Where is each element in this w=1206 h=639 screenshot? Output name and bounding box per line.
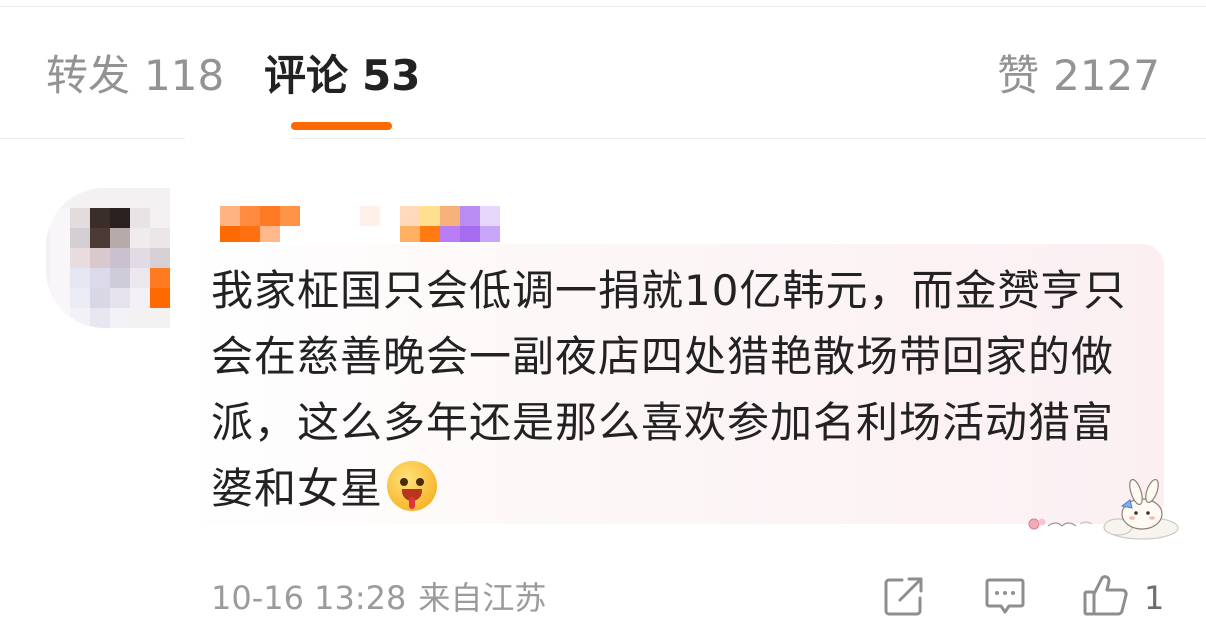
tab-repost-label: 转发 [46, 51, 131, 100]
author-name-mosaic[interactable] [220, 206, 520, 246]
thumbs-up-icon[interactable] [1082, 574, 1130, 618]
tab-divider [0, 138, 1206, 139]
comment-time: 10-16 13:28 [211, 579, 407, 617]
tab-comments-count: 53 [362, 51, 421, 100]
bunny-sticker-icon [1028, 478, 1179, 540]
tab-comments[interactable]: 评论 53 [264, 52, 420, 100]
tab-likes[interactable]: 赞 2127 [997, 52, 1160, 100]
tab-repost-count: 118 [144, 51, 225, 100]
tab-bar: 转发 118 评论 53 赞 2127 [0, 0, 1206, 140]
like-count: 1 [1144, 579, 1165, 617]
comment-body: 我家柾国只会低调一捐就10亿韩元，而金赟亨只会在慈善晚会一副夜店四处猎艳散场带回… [211, 258, 1151, 522]
tab-likes-count: 2127 [1053, 51, 1160, 100]
tab-repost[interactable]: 转发 118 [46, 52, 224, 100]
comment-icon[interactable] [983, 574, 1027, 618]
comment-location: 来自江苏 [418, 579, 547, 617]
share-icon[interactable] [882, 574, 926, 618]
tab-likes-label: 赞 [997, 51, 1040, 100]
avatar[interactable] [46, 188, 170, 328]
comment-text: 我家柾国只会低调一捐就10亿韩元，而金赟亨只会在慈善晚会一副夜店四处猎艳散场带回… [211, 266, 1127, 513]
comment-meta: 10-16 13:28 来自江苏 [211, 578, 546, 618]
divider-gap [185, 137, 290, 140]
tab-comments-label: 评论 [264, 51, 349, 100]
drooling-face-icon [387, 461, 438, 511]
active-tab-indicator [291, 122, 392, 130]
